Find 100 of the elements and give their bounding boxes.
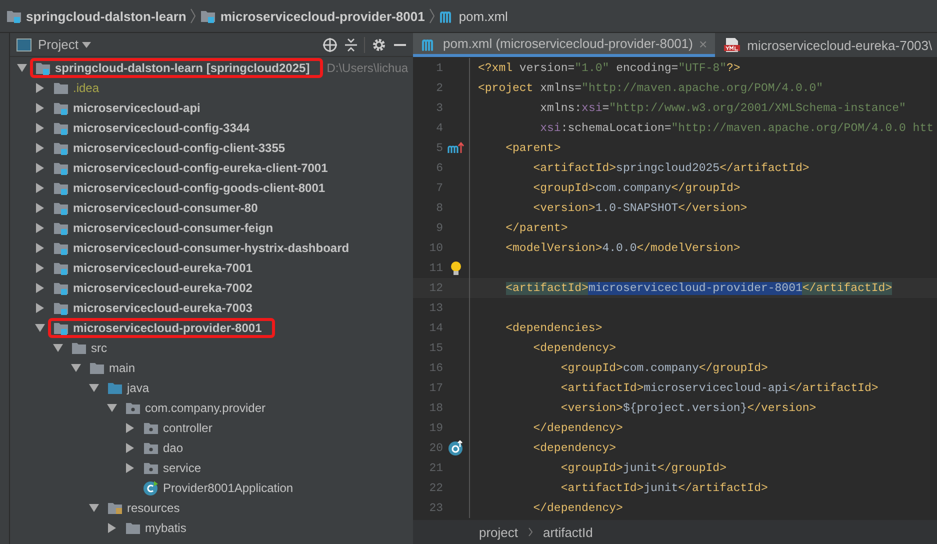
collapsed-arrow-icon[interactable] xyxy=(36,123,44,133)
tree-item[interactable]: java xyxy=(127,381,150,395)
line-number: 7 xyxy=(435,182,443,194)
source-folder-icon xyxy=(107,381,123,395)
expanded-arrow-icon[interactable] xyxy=(71,364,81,372)
tree-item[interactable]: dao xyxy=(163,441,184,455)
line-number: 23 xyxy=(428,502,443,514)
chevron-icon xyxy=(190,8,196,24)
package-folder-icon xyxy=(143,441,159,455)
tree-item[interactable]: resources xyxy=(127,501,180,515)
tree-item[interactable]: microservicecloud-consumer-80 xyxy=(73,201,258,215)
module-folder-icon xyxy=(53,241,69,255)
code-line: <artifactId>springcloud2025</artifactId> xyxy=(532,162,810,174)
collapsed-arrow-icon[interactable] xyxy=(36,103,44,113)
tree-item[interactable]: microservicecloud-api xyxy=(73,101,200,115)
module-folder-icon xyxy=(53,221,69,235)
collapsed-arrow-icon[interactable] xyxy=(36,263,44,273)
module-folder-icon xyxy=(6,9,22,23)
code-line: <version>1.0-SNAPSHOT</version> xyxy=(532,202,748,214)
expanded-arrow-icon[interactable] xyxy=(35,324,45,332)
module-folder-icon xyxy=(53,281,69,295)
breadcrumb-item[interactable]: springcloud-dalston-learn xyxy=(26,8,186,24)
module-folder-icon xyxy=(53,321,69,335)
code-line: <parent> xyxy=(504,142,561,154)
overridden-icon[interactable] xyxy=(448,440,464,456)
line-number: 21 xyxy=(428,462,443,474)
tree-item[interactable]: microservicecloud-consumer-feign xyxy=(73,221,274,235)
expanded-arrow-icon[interactable] xyxy=(89,504,99,512)
maven-parent-icon[interactable] xyxy=(447,141,465,155)
tree-item[interactable]: microservicecloud-provider-8001 xyxy=(73,321,262,335)
tree-item[interactable]: src xyxy=(91,341,107,355)
code-line: xsi:schemaLocation="http://maven.apache.org/POM/4.0.0 htt xyxy=(539,122,934,134)
breadcrumb-item[interactable]: project xyxy=(479,524,518,540)
expanded-arrow-icon[interactable] xyxy=(89,384,99,392)
collapsed-arrow-icon[interactable] xyxy=(108,523,116,533)
tree-item[interactable]: microservicecloud-config-client-3355 xyxy=(73,141,286,155)
tree-item[interactable]: microservicecloud-eureka-7001 xyxy=(73,261,252,275)
tree-item[interactable]: Provider8001Application xyxy=(163,481,294,495)
tree-item[interactable]: microservicecloud-consumer-hystrix-dashboard xyxy=(73,241,350,255)
tree-item[interactable]: .idea xyxy=(73,81,100,95)
module-folder-icon xyxy=(53,261,69,275)
collapsed-arrow-icon[interactable] xyxy=(36,203,44,213)
project-view-dropdown[interactable]: Project xyxy=(38,37,92,52)
code-line: <dependency> xyxy=(532,442,616,454)
collapsed-arrow-icon[interactable] xyxy=(126,443,134,453)
tree-item[interactable]: springcloud-dalston-learn [springcloud2025] xyxy=(55,61,310,75)
collapsed-arrow-icon[interactable] xyxy=(36,143,44,153)
breadcrumb-item[interactable]: pom.xml xyxy=(458,8,508,24)
locate-icon[interactable] xyxy=(322,36,338,52)
line-number: 10 xyxy=(428,242,443,254)
caret-icon xyxy=(82,42,92,48)
expanded-arrow-icon[interactable] xyxy=(107,404,117,412)
editor-tab[interactable]: microservicecloud-eureka-7003\ xyxy=(715,33,937,57)
settings-icon[interactable] xyxy=(371,36,387,52)
breadcrumb-item[interactable]: artifactId xyxy=(543,524,593,540)
code-line: <project xmlns="http://maven.apache.org/POM/4.0.0" xyxy=(478,82,824,94)
code-line: </dependency> xyxy=(532,422,623,434)
line-number: 13 xyxy=(428,302,443,314)
tree-item[interactable]: service xyxy=(163,461,202,475)
line-number: 16 xyxy=(428,362,443,374)
chevron-icon xyxy=(528,527,534,537)
tree-item[interactable]: controller xyxy=(163,421,212,435)
collapsed-arrow-icon[interactable] xyxy=(36,83,44,93)
collapsed-arrow-icon[interactable] xyxy=(36,163,44,173)
line-number: 9 xyxy=(435,222,443,234)
tree-item[interactable]: mybatis xyxy=(145,521,186,535)
breadcrumb-item[interactable]: microservicecloud-provider-8001 xyxy=(220,8,425,24)
editor-tab[interactable]: pom.xml (microservicecloud-provider-8001) × xyxy=(413,33,716,57)
collapsed-arrow-icon[interactable] xyxy=(126,463,134,473)
folder-icon xyxy=(53,81,69,95)
folder-icon xyxy=(89,361,105,375)
tree-item[interactable]: microservicecloud-config-eureka-client-7001 xyxy=(73,161,328,175)
tree-item[interactable]: microservicecloud-config-3344 xyxy=(73,121,250,135)
collapsed-arrow-icon[interactable] xyxy=(36,283,44,293)
collapse-all-icon[interactable] xyxy=(344,36,358,52)
tree-item[interactable]: microservicecloud-config-goods-client-8001 xyxy=(73,181,326,195)
expanded-arrow-icon[interactable] xyxy=(53,344,63,352)
package-folder-icon xyxy=(143,461,159,475)
collapsed-arrow-icon[interactable] xyxy=(36,243,44,253)
code-line: <dependencies> xyxy=(504,322,602,334)
panel-icon xyxy=(16,38,32,52)
tree-item[interactable]: main xyxy=(109,361,136,375)
collapsed-arrow-icon[interactable] xyxy=(36,183,44,193)
line-number: 18 xyxy=(428,402,443,414)
expanded-arrow-icon[interactable] xyxy=(17,64,27,72)
tree-item[interactable]: microservicecloud-eureka-7003 xyxy=(73,301,252,315)
collapsed-arrow-icon[interactable] xyxy=(126,423,134,433)
code-line: <artifactId>junit</artifactId> xyxy=(560,482,768,494)
code-line: <groupId>com.company</groupId> xyxy=(560,362,768,374)
collapsed-arrow-icon[interactable] xyxy=(36,223,44,233)
chevron-icon xyxy=(428,8,435,24)
code-line: <dependency> xyxy=(532,342,616,354)
line-number: 1 xyxy=(435,62,443,74)
module-folder-icon xyxy=(53,301,69,315)
tree-item[interactable]: microservicecloud-eureka-7002 xyxy=(73,281,252,295)
lightbulb-icon[interactable] xyxy=(450,260,462,276)
collapsed-arrow-icon[interactable] xyxy=(36,303,44,313)
resources-folder-icon xyxy=(107,501,123,515)
line-number: 11 xyxy=(428,262,443,274)
tree-item[interactable]: com.company.provider xyxy=(145,401,266,415)
